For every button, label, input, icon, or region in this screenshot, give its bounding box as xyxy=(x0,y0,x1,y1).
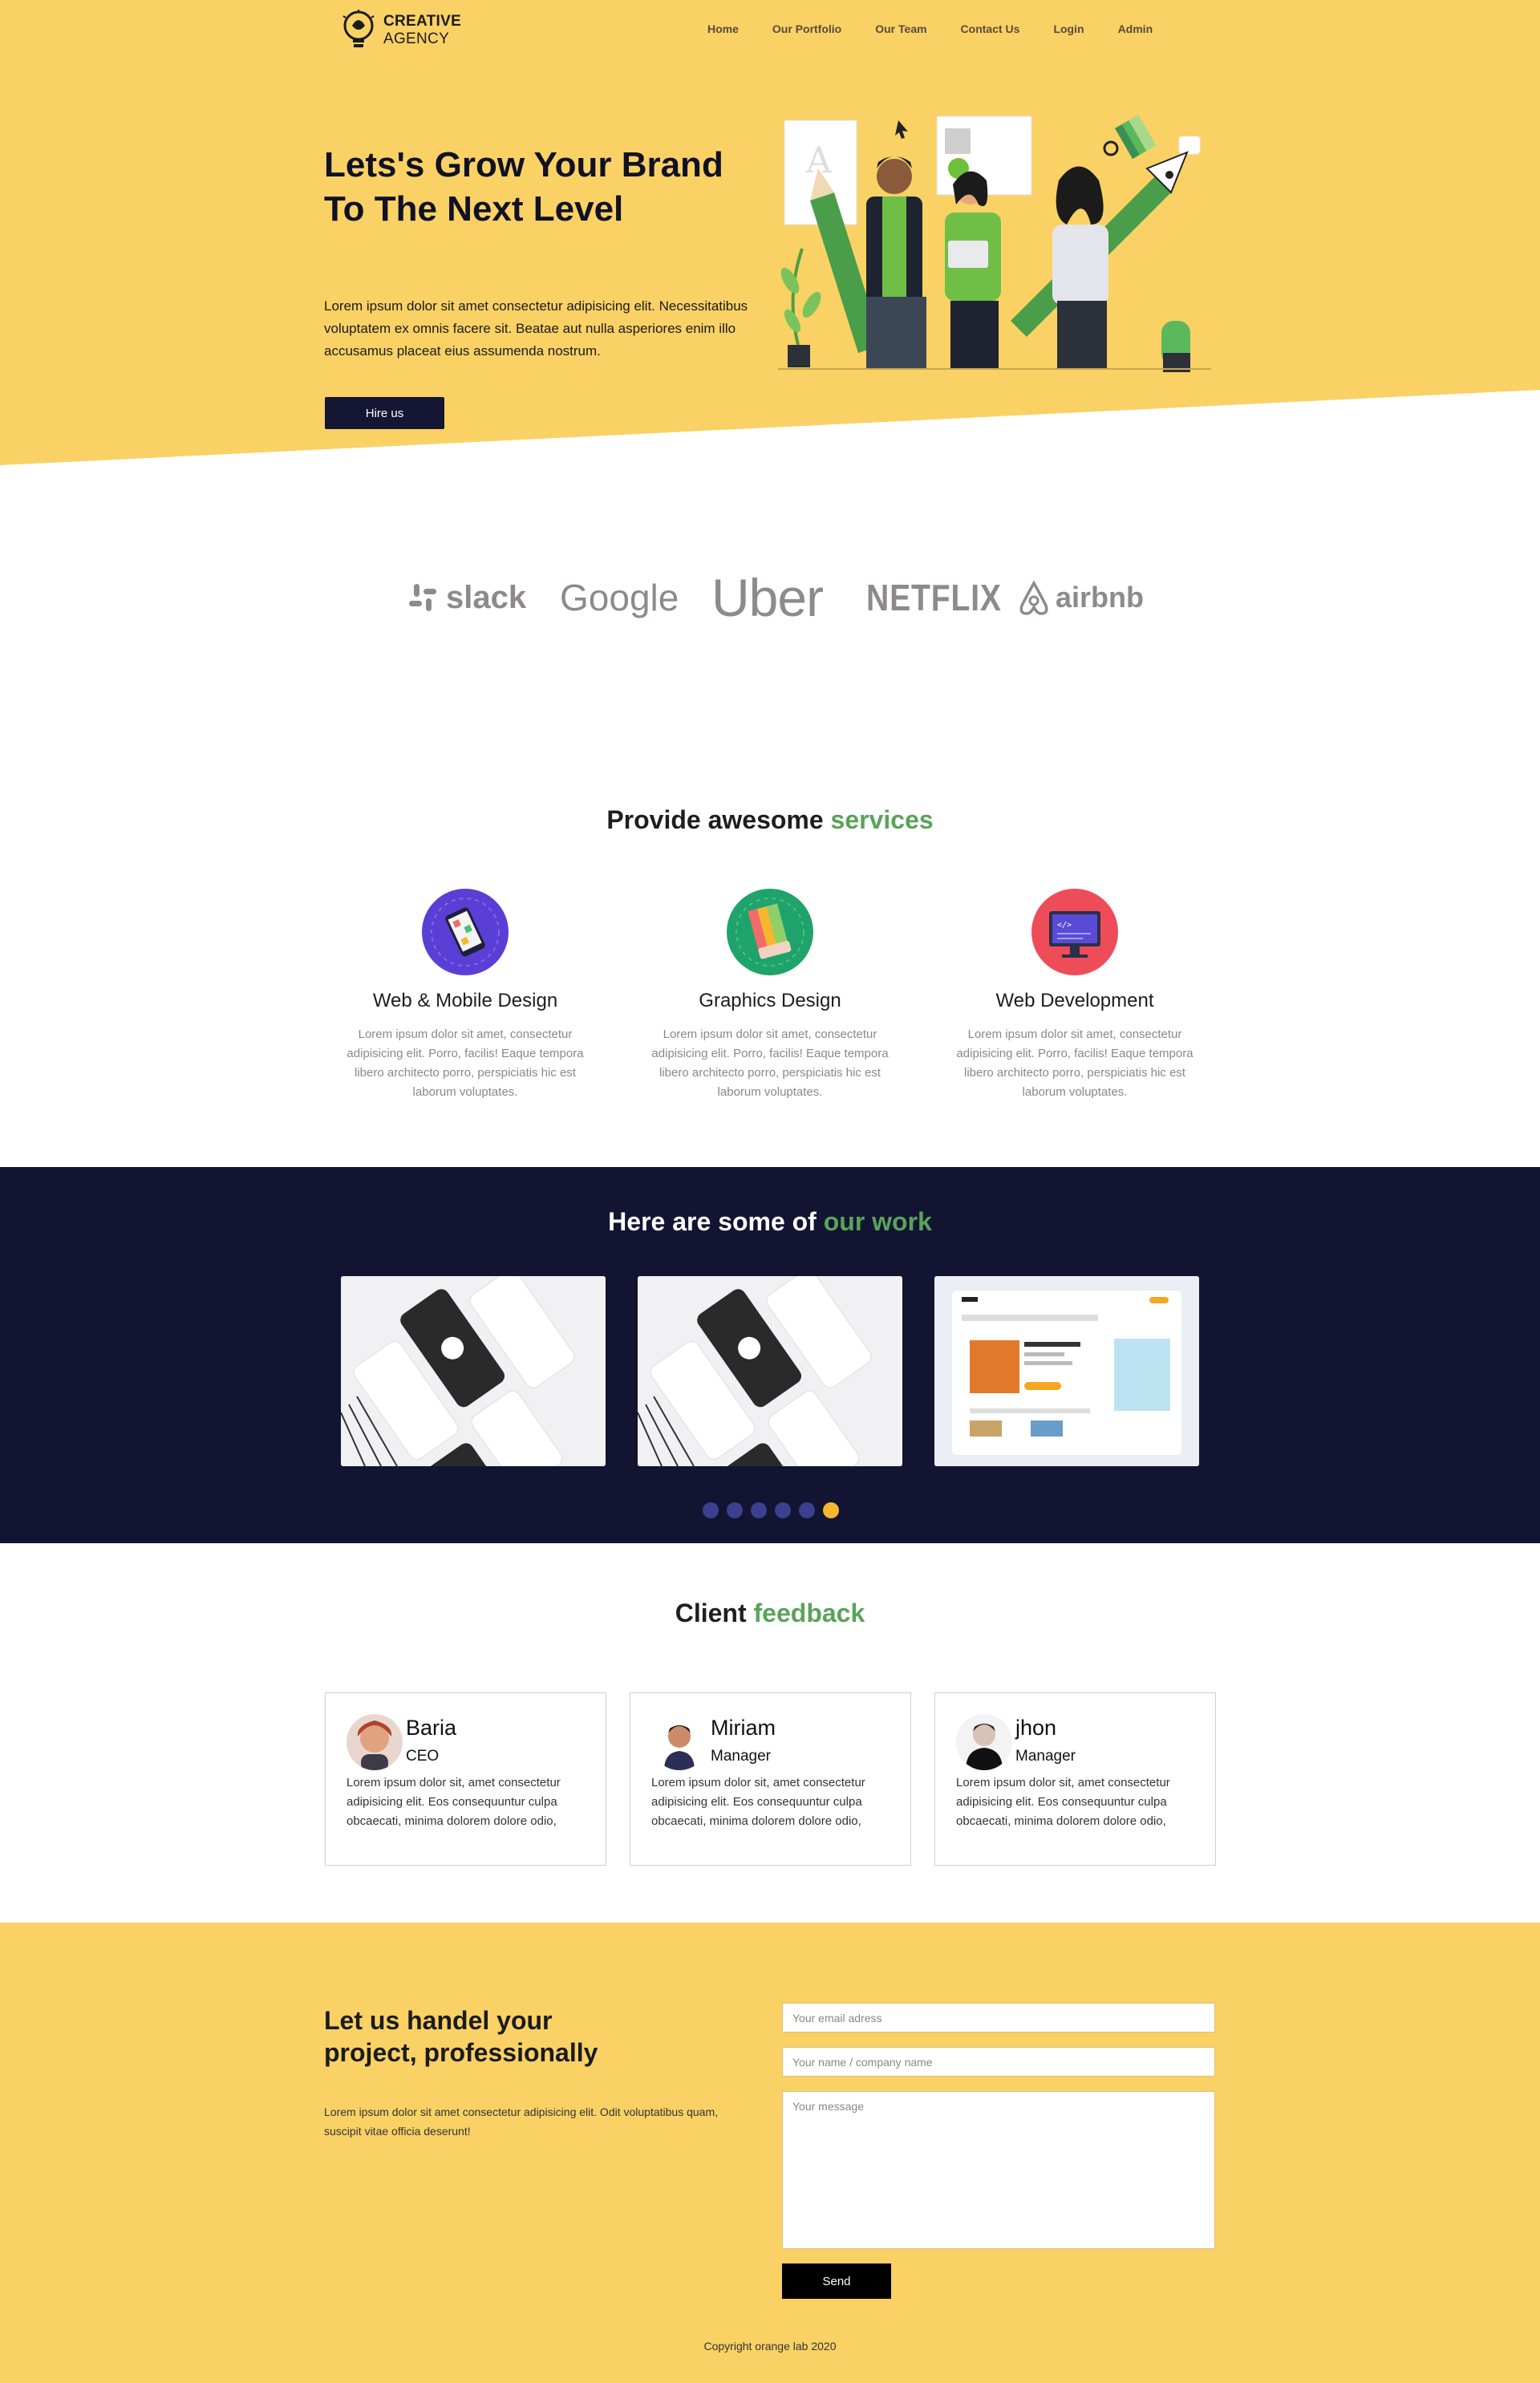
portfolio-card[interactable] xyxy=(934,1276,1199,1466)
testimonial-card: Miriam Manager Lorem ipsum dolor sit, am… xyxy=(630,1692,911,1866)
slack-logo: slack xyxy=(407,561,526,634)
avatar xyxy=(346,1714,403,1770)
testimonial-card: jhon Manager Lorem ipsum dolor sit, amet… xyxy=(934,1692,1216,1866)
service-name: Web & Mobile Design xyxy=(372,990,558,1011)
portfolio-heading-plain: Here are some of xyxy=(608,1207,824,1236)
slack-hash-icon xyxy=(409,584,436,611)
carousel-dot[interactable] xyxy=(799,1502,815,1518)
nav-admin[interactable]: Admin xyxy=(1118,22,1153,35)
service-name: Web Development xyxy=(995,990,1154,1011)
svg-text:</>: </> xyxy=(1057,921,1072,930)
name-field[interactable] xyxy=(782,2047,1215,2077)
portfolio-card[interactable] xyxy=(341,1276,606,1466)
hero-title: Lets's Grow Your Brand To The Next Level xyxy=(324,145,723,229)
brand-logo[interactable]: CREATIVE AGENCY xyxy=(340,10,461,51)
contact-description: Lorem ipsum dolor sit amet consectetur a… xyxy=(324,2105,719,2138)
message-field[interactable] xyxy=(782,2091,1215,2249)
testimonial-text: Lorem ipsum dolor sit, amet consectetur … xyxy=(956,1776,1170,1828)
nav-links: Home Our Portfolio Our Team Contact Us L… xyxy=(707,22,1186,35)
carousel-dot[interactable] xyxy=(727,1502,743,1518)
nav-home[interactable]: Home xyxy=(707,22,739,35)
travel-dashboard-mockup-image xyxy=(934,1276,1199,1466)
carousel-dot-active[interactable] xyxy=(823,1502,839,1518)
google-wordmark: Google xyxy=(560,577,679,618)
portfolio-heading: Here are some of our work xyxy=(0,1207,1540,1237)
uber-wordmark: Uber xyxy=(711,568,824,627)
nav-contact[interactable]: Contact Us xyxy=(961,22,1020,35)
netflix-logo: NETFLIX xyxy=(866,561,1002,634)
lightbulb-logo-icon xyxy=(342,10,375,47)
google-logo: Google xyxy=(560,561,679,634)
hero-description: Lorem ipsum dolor sit amet consectetur a… xyxy=(324,298,748,359)
code-monitor-icon: </> xyxy=(1031,889,1118,975)
portfolio-section: Here are some of our work xyxy=(0,1167,1540,1543)
service-description: Lorem ipsum dolor sit amet, consectetur … xyxy=(346,1027,584,1099)
airbnb-belo-icon xyxy=(1019,580,1048,615)
airbnb-logo: airbnb xyxy=(1017,561,1144,634)
uber-logo: Uber xyxy=(711,561,824,634)
slack-wordmark: slack xyxy=(446,579,527,615)
top-navbar: CREATIVE AGENCY Home Our Portfolio Our T… xyxy=(0,0,1540,64)
service-description: Lorem ipsum dolor sit amet, consectetur … xyxy=(956,1027,1194,1099)
brand-name-line2: AGENCY xyxy=(383,30,450,47)
carousel-dot[interactable] xyxy=(751,1502,767,1518)
client-role: CEO xyxy=(406,1748,440,1765)
client-role: Manager xyxy=(1015,1748,1076,1765)
hire-us-button[interactable]: Hire us xyxy=(325,397,444,429)
nav-portfolio[interactable]: Our Portfolio xyxy=(772,22,841,35)
mobile-app-mockup-image xyxy=(341,1276,606,1466)
service-name: Graphics Design xyxy=(699,990,841,1011)
contact-section: Let us handel your project, professional… xyxy=(0,1923,1540,2383)
send-button[interactable]: Send xyxy=(782,2263,891,2299)
client-name: Miriam xyxy=(711,1716,776,1740)
team-illustration: A xyxy=(778,115,1211,372)
service-card-web-dev: </> Web Development Lorem ipsum dolor si… xyxy=(946,889,1203,1102)
copyright-text: Copyright orange lab 2020 xyxy=(703,2340,837,2353)
airbnb-wordmark: airbnb xyxy=(1056,581,1145,614)
email-field[interactable] xyxy=(782,2003,1215,2032)
services-heading-plain: Provide awesome xyxy=(606,805,831,834)
portfolio-heading-accent: our work xyxy=(823,1207,932,1236)
testimonial-text: Lorem ipsum dolor sit, amet consectetur … xyxy=(651,1776,865,1828)
client-name: Baria xyxy=(406,1716,457,1740)
carousel-dot[interactable] xyxy=(703,1502,719,1518)
services-heading: Provide awesome services xyxy=(0,805,1540,835)
avatar xyxy=(651,1714,707,1770)
feedback-heading-plain: Client xyxy=(675,1599,754,1627)
feedback-heading-accent: feedback xyxy=(753,1599,865,1627)
hero-section: CREATIVE AGENCY Home Our Portfolio Our T… xyxy=(0,0,1540,473)
testimonial-card: Baria CEO Lorem ipsum dolor sit, amet co… xyxy=(325,1692,606,1866)
avatar xyxy=(956,1714,1012,1770)
mobile-app-mockup-image xyxy=(638,1276,902,1466)
feedback-heading: Client feedback xyxy=(0,1599,1540,1628)
contact-heading: Let us handel your project, professional… xyxy=(324,2006,598,2067)
portfolio-card[interactable] xyxy=(638,1276,902,1466)
client-logos: slack Google Uber NETFLIX airbnb xyxy=(0,561,1540,634)
brand-name-line1: CREATIVE xyxy=(383,13,462,30)
nav-team[interactable]: Our Team xyxy=(875,22,926,35)
mobile-design-icon xyxy=(422,889,509,975)
service-card-web-mobile: Web & Mobile Design Lorem ipsum dolor si… xyxy=(337,889,594,1102)
client-name: jhon xyxy=(1015,1716,1057,1740)
color-palette-icon xyxy=(727,889,813,975)
client-role: Manager xyxy=(711,1748,771,1765)
carousel-pagination xyxy=(703,1502,839,1518)
service-card-graphics: Graphics Design Lorem ipsum dolor sit am… xyxy=(642,889,898,1102)
services-heading-accent: services xyxy=(830,805,934,834)
nav-login[interactable]: Login xyxy=(1053,22,1084,35)
testimonial-text: Lorem ipsum dolor sit, amet consectetur … xyxy=(346,1776,561,1828)
service-description: Lorem ipsum dolor sit amet, consectetur … xyxy=(651,1027,889,1099)
netflix-wordmark: NETFLIX xyxy=(866,577,1002,618)
brand-name: CREATIVE AGENCY xyxy=(383,13,461,48)
carousel-dot[interactable] xyxy=(775,1502,791,1518)
